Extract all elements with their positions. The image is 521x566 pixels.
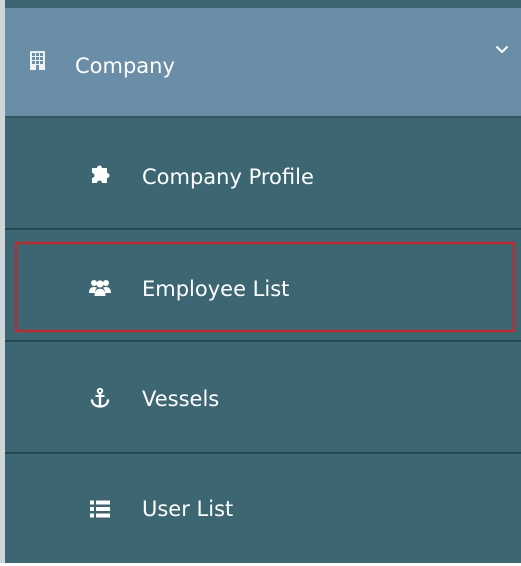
submenu-item-user-list[interactable]: User List	[5, 456, 521, 566]
submenu-item-employee-list[interactable]: Employee List	[5, 232, 521, 342]
submenu-item-vessels[interactable]: Vessels	[5, 344, 521, 454]
menu-item-company[interactable]: Company	[5, 8, 521, 118]
chevron-down-icon[interactable]	[496, 45, 508, 55]
submenu-item-label: Company Profile	[142, 165, 314, 189]
puzzle-icon	[92, 165, 110, 183]
anchor-icon	[90, 388, 110, 408]
building-icon	[30, 51, 45, 70]
sidebar-menu: Company Company Profile Employee List Ve…	[0, 0, 521, 563]
submenu-item-label: Vessels	[142, 387, 220, 411]
users-icon	[89, 280, 111, 296]
submenu-item-label: User List	[142, 497, 234, 521]
submenu-item-label: Employee List	[142, 277, 290, 301]
list-icon	[90, 500, 110, 518]
menu-item-company-label: Company	[75, 54, 175, 78]
submenu-item-company-profile[interactable]: Company Profile	[5, 120, 521, 230]
